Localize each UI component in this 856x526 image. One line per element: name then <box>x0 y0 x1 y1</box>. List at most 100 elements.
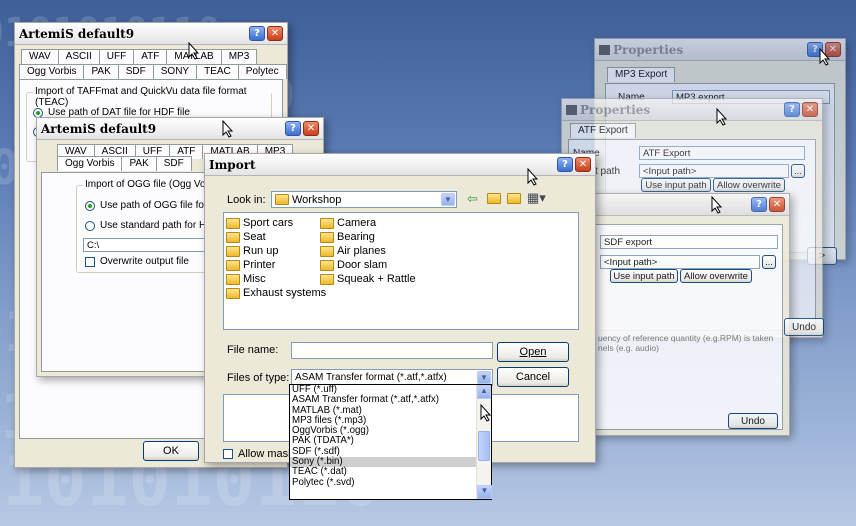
folder-label: Exhaust systems <box>243 287 327 299</box>
help-icon[interactable]: ? <box>784 102 800 117</box>
chevron-down-icon[interactable]: ▼ <box>477 371 491 384</box>
teac-group-label: Import of TAFFmat and QuickVu data file … <box>33 86 271 108</box>
path-field[interactable]: <Input path> <box>639 164 789 178</box>
tab-atf-export[interactable]: ATF Export <box>570 123 636 138</box>
tab-sdf[interactable]: SDF <box>117 64 154 79</box>
artemis-title: ArtemiS default9 <box>19 26 135 41</box>
folder-item[interactable]: Camera <box>320 217 376 229</box>
folder-icon <box>226 245 240 257</box>
artemis-title: ArtemiS default9 <box>41 121 157 136</box>
scroll-up-icon[interactable]: ▲ <box>477 385 491 399</box>
browse-button[interactable]: ... <box>791 164 805 178</box>
properties-panel: SDF export <Input path> ... Use input pa… <box>595 224 783 430</box>
folder-label: Run up <box>243 245 279 257</box>
properties-title-bar: Properties ? ✕ <box>595 39 845 61</box>
files-of-type-options: UFF (*.uff) ASAM Transfer format (*.atf,*… <box>289 384 492 500</box>
look-in-label: Look in: <box>227 194 266 206</box>
artemis-title-bar: ArtemiS default9 ? ✕ <box>15 23 287 45</box>
ok-button[interactable]: OK <box>143 441 199 461</box>
open-button[interactable]: Open <box>497 342 569 362</box>
properties-title: Properties <box>613 42 684 57</box>
tab-sdf[interactable]: SDF <box>155 156 192 171</box>
tab-ascii[interactable]: ASCII <box>57 49 100 64</box>
mouse-cursor-icon <box>188 42 200 60</box>
tab-wav[interactable]: WAV <box>21 49 59 64</box>
mouse-cursor-icon <box>716 108 728 126</box>
folder-label: Door slam <box>337 259 388 271</box>
tab-teac[interactable]: TEAC <box>196 64 239 79</box>
folder-item[interactable]: Sport cars <box>226 217 293 229</box>
overwrite-output-checkbox[interactable]: Overwrite output file <box>85 256 189 267</box>
use-input-path-button[interactable]: Use input path <box>641 178 711 192</box>
artemis-title-bar: ArtemiS default9 ? ✕ <box>37 118 323 140</box>
tab-atf[interactable]: ATF <box>133 49 168 64</box>
folder-item[interactable]: Seat <box>226 231 266 243</box>
folder-icon <box>320 245 334 257</box>
help-icon[interactable]: ? <box>249 26 265 41</box>
folder-icon <box>320 231 334 243</box>
scroll-down-icon[interactable]: ▼ <box>477 485 492 499</box>
properties-icon <box>566 104 577 115</box>
hdf-path-field[interactable]: C:\ <box>83 238 213 252</box>
close-icon[interactable]: ✕ <box>575 157 591 172</box>
properties-title-bar: ? ✕ <box>591 194 789 216</box>
allow-overwrite-button[interactable]: Allow overwrite <box>713 178 785 192</box>
mouse-cursor-icon <box>222 120 234 138</box>
folder-item[interactable]: Run up <box>226 245 278 257</box>
tab-pak[interactable]: PAK <box>83 64 119 79</box>
tab-ogg-vorbis[interactable]: Ogg Vorbis <box>57 156 123 171</box>
help-icon[interactable]: ? <box>557 157 573 172</box>
help-icon[interactable]: ? <box>285 121 301 136</box>
folder-item[interactable]: Bearing <box>320 231 375 243</box>
folder-item[interactable]: Misc <box>226 273 266 285</box>
properties-icon <box>599 44 610 55</box>
help-icon[interactable]: ? <box>751 197 767 212</box>
undo-button[interactable]: Undo <box>728 413 778 429</box>
options-scrollbar[interactable]: ▲ ▼ <box>476 385 492 499</box>
folder-item[interactable]: Door slam <box>320 259 387 271</box>
look-in-dropdown[interactable]: Workshop ▼ <box>271 191 457 208</box>
folder-icon <box>320 273 334 285</box>
path-field[interactable]: <Input path> <box>600 255 760 269</box>
close-icon[interactable]: ✕ <box>802 102 818 117</box>
scroll-thumb[interactable] <box>478 431 490 461</box>
folder-label: Bearing <box>337 231 375 243</box>
use-input-path-button[interactable]: Use input path <box>610 269 678 283</box>
properties-title-bar: Properties ? ✕ <box>562 99 822 121</box>
folder-item[interactable]: Printer <box>226 259 275 271</box>
folder-icon <box>226 217 240 229</box>
close-icon[interactable]: ✕ <box>769 197 785 212</box>
name-field[interactable]: SDF export <box>600 235 778 249</box>
back-undo-button[interactable]: Undo <box>784 318 824 336</box>
close-icon[interactable]: ✕ <box>303 121 319 136</box>
tab-mp3-export[interactable]: MP3 Export <box>607 67 676 82</box>
cancel-button[interactable]: Cancel <box>497 367 569 387</box>
close-icon[interactable]: ✕ <box>267 26 283 41</box>
tab-pak[interactable]: PAK <box>121 156 157 171</box>
folder-label: Air planes <box>337 245 386 257</box>
mouse-cursor-icon <box>711 196 723 214</box>
tab-polytec[interactable]: Polytec <box>237 64 287 79</box>
browse-button[interactable]: ... <box>762 255 776 269</box>
folder-icon <box>320 217 334 229</box>
up-folder-icon[interactable] <box>487 191 501 205</box>
folder-item[interactable]: Exhaust systems <box>226 287 326 299</box>
chevron-down-icon[interactable]: ▼ <box>441 193 455 206</box>
folder-item[interactable]: Air planes <box>320 245 386 257</box>
folder-label: Camera <box>337 217 377 229</box>
back-icon[interactable]: ⇦ <box>467 192 478 206</box>
tab-ogg-vorbis[interactable]: Ogg Vorbis <box>19 64 85 79</box>
tab-sony[interactable]: SONY <box>152 64 198 79</box>
file-type-option[interactable]: Polytec (*.svd) <box>290 477 477 488</box>
folder-label: Printer <box>243 259 276 271</box>
view-menu-icon[interactable]: ▦▾ <box>527 191 546 205</box>
folder-icon <box>320 259 334 271</box>
tab-uff[interactable]: UFF <box>98 49 135 64</box>
allow-overwrite-button[interactable]: Allow overwrite <box>680 269 752 283</box>
file-name-input[interactable] <box>291 342 493 359</box>
folder-label: Misc <box>243 273 266 285</box>
name-field[interactable]: ATF Export <box>639 146 805 160</box>
new-folder-icon[interactable] <box>507 191 521 205</box>
tab-mp3[interactable]: MP3 <box>220 49 258 64</box>
folder-item[interactable]: Squeak + Rattle <box>320 273 416 285</box>
